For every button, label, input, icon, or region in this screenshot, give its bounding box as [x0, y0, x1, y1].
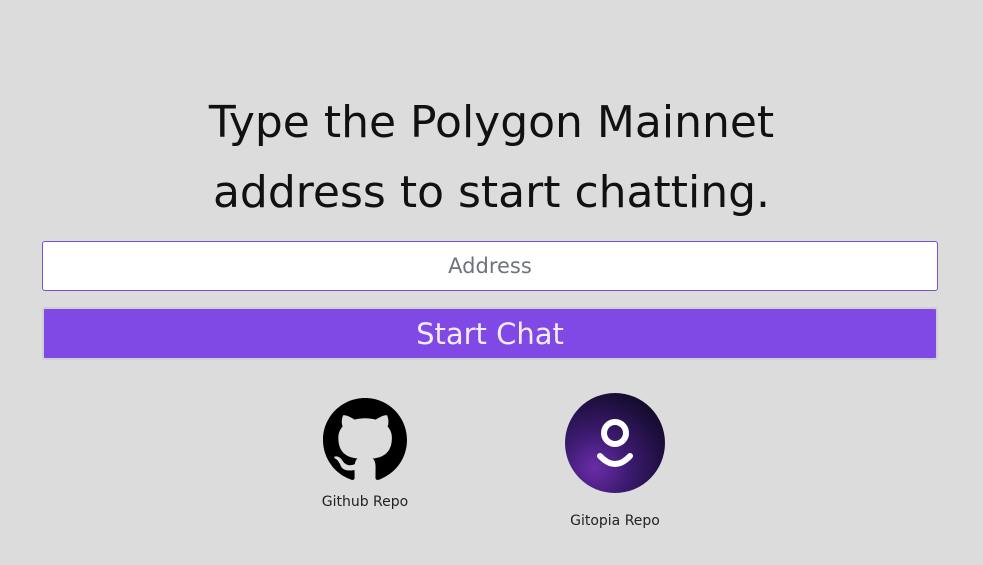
github-repo-link[interactable]: Github Repo [305, 398, 425, 511]
gitopia-repo-label: Gitopia Repo [570, 513, 660, 529]
title-line-2: address to start chatting. [212, 167, 771, 218]
page: Type the Polygon Mainnet address to star… [0, 0, 983, 565]
gitopia-repo-link[interactable]: Gitopia Repo [555, 393, 675, 530]
start-chat-button[interactable]: Start Chat [42, 307, 938, 360]
address-input[interactable] [42, 241, 938, 291]
github-repo-label: Github Repo [321, 494, 409, 510]
github-icon [323, 398, 407, 480]
page-title: Type the Polygon Mainnet address to star… [0, 88, 983, 228]
gitopia-icon [565, 393, 665, 493]
title-line-1: Type the Polygon Mainnet [208, 97, 775, 148]
